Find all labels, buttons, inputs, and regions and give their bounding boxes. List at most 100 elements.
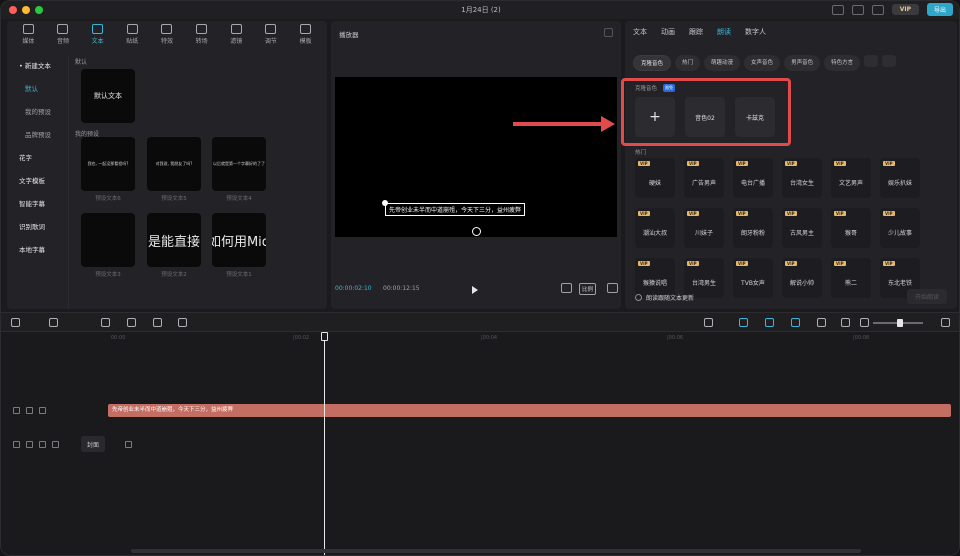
tab-2[interactable]: 跟踪: [689, 27, 703, 37]
follow-text-checkbox[interactable]: [635, 294, 642, 301]
cover-button[interactable]: 封面: [81, 436, 105, 452]
chevron-down-icon[interactable]: [882, 55, 897, 67]
follow-text-option[interactable]: 朗读跟随文本更新: [635, 293, 694, 302]
tab-3[interactable]: 朗读: [717, 27, 731, 37]
linkage-icon[interactable]: [791, 318, 800, 327]
voice-category-chip[interactable]: 男声音色: [784, 55, 821, 71]
tab-4[interactable]: 数字人: [745, 27, 766, 37]
video-canvas[interactable]: 先帝创业未半而中道崩殂，今天下三分，益州疲弊: [335, 77, 617, 237]
zoom-out-icon[interactable]: [860, 318, 869, 327]
shortcut-icon[interactable]: [851, 4, 864, 15]
tool-tab-8[interactable]: 模板: [291, 21, 321, 49]
player-menu-icon[interactable]: [604, 28, 613, 37]
crop-icon[interactable]: [561, 283, 572, 293]
sidebar-item[interactable]: 花字: [7, 147, 68, 170]
tool-tab-0[interactable]: 媒体: [13, 21, 43, 49]
sidebar-item[interactable]: • 新建文本: [7, 55, 68, 78]
preset-card[interactable]: 对我说, 我朋友了吗?: [147, 137, 201, 191]
minimize-window-button[interactable]: [22, 6, 30, 14]
sidebar-item[interactable]: 我的预设: [7, 101, 68, 124]
voice-category-chip[interactable]: 克隆音色: [633, 55, 672, 71]
preset-card[interactable]: 以后就是第一个字幕好的了了: [212, 137, 266, 191]
tool-tab-4[interactable]: 特效: [152, 21, 182, 49]
voice-card[interactable]: VIP 硬妹: [635, 158, 675, 198]
voice-card[interactable]: VIP 文艺男声: [831, 158, 871, 198]
eye-icon[interactable]: [39, 441, 46, 448]
play-icon[interactable]: [472, 286, 478, 294]
tool-tab-7[interactable]: 调节: [256, 21, 286, 49]
voice-card[interactable]: VIP 台湾女生: [782, 158, 822, 198]
voice-card[interactable]: VIP 潮汕大叔: [635, 208, 675, 248]
lock-icon[interactable]: [26, 407, 33, 414]
main-track-magnet-icon[interactable]: [739, 318, 748, 327]
delete-icon[interactable]: [178, 318, 187, 327]
ratio-button[interactable]: 比例: [579, 283, 597, 295]
sidebar-item[interactable]: 品牌预设: [7, 124, 68, 147]
filter-icon[interactable]: [864, 55, 879, 67]
voice-category-chip[interactable]: 特色方言: [824, 55, 861, 71]
voice-card[interactable]: VIP TVB女声: [733, 258, 773, 298]
tab-0[interactable]: 文本: [633, 27, 647, 37]
split-left-icon[interactable]: [127, 318, 136, 327]
tool-tab-1[interactable]: 音频: [48, 21, 78, 49]
voice-card[interactable]: VIP 猴哥: [831, 208, 871, 248]
voice-card[interactable]: VIP 少儿故事: [880, 208, 920, 248]
voice-category-chip[interactable]: 女声音色: [744, 55, 781, 71]
voice-card[interactable]: VIP 川妹子: [684, 208, 724, 248]
lock-icon[interactable]: [26, 441, 33, 448]
tool-tab-6[interactable]: 滤镜: [221, 21, 251, 49]
tool-tab-2[interactable]: 文本: [83, 21, 113, 49]
voice-card[interactable]: VIP 古风男主: [782, 208, 822, 248]
tool-tab-5[interactable]: 转场: [187, 21, 217, 49]
microphone-icon[interactable]: [704, 318, 713, 327]
zoom-slider-knob[interactable]: [897, 319, 903, 327]
preset-card[interactable]: 我也, 一起没那看程吗?: [81, 137, 135, 191]
eye-icon[interactable]: [39, 407, 46, 414]
sidebar-item[interactable]: 本地字幕: [7, 239, 68, 262]
sidebar-item[interactable]: 智能字幕: [7, 193, 68, 216]
preset-card[interactable]: 如何用Mid: [212, 213, 266, 267]
split-icon[interactable]: [101, 318, 110, 327]
zoom-window-button[interactable]: [35, 6, 43, 14]
caption-icon[interactable]: [841, 318, 850, 327]
voice-card[interactable]: VIP 娱乐扒妹: [880, 158, 920, 198]
voice-card[interactable]: VIP 熊二: [831, 258, 871, 298]
vip-button[interactable]: VIP: [891, 4, 919, 15]
voice-category-chip[interactable]: 热门: [675, 55, 701, 71]
start-reading-button[interactable]: 开始朗读: [906, 289, 947, 304]
window-icon[interactable]: [871, 4, 884, 15]
preset-card[interactable]: 是能直接: [147, 213, 201, 267]
rotate-handle-icon[interactable]: [472, 227, 481, 236]
voice-category-chip[interactable]: 萌趣动漫: [704, 55, 741, 71]
fullscreen-icon[interactable]: [607, 283, 618, 293]
export-button[interactable]: 导出: [926, 3, 953, 16]
sidebar-item[interactable]: 默认: [7, 78, 68, 101]
layout-icon[interactable]: [831, 4, 844, 15]
timeline-scrollbar[interactable]: [131, 549, 861, 553]
preset-card[interactable]: [81, 213, 135, 267]
text-clip[interactable]: 先帝创业未半而中道崩殂，今天下三分，益州疲弊: [108, 404, 951, 417]
voice-card[interactable]: VIP 解说小帅: [782, 258, 822, 298]
voice-card[interactable]: VIP 广告男声: [684, 158, 724, 198]
default-text-card[interactable]: 默认文本: [81, 69, 135, 123]
voice-card[interactable]: VIP 电台广播: [733, 158, 773, 198]
voice-card[interactable]: VIP 朗牙粉粉: [733, 208, 773, 248]
voice-card[interactable]: VIP 猴猿说唱: [635, 258, 675, 298]
preview-axis-icon[interactable]: [817, 318, 826, 327]
sidebar-item[interactable]: 文字模板: [7, 170, 68, 193]
voice-card[interactable]: VIP 台湾男生: [684, 258, 724, 298]
select-tool-icon[interactable]: [11, 318, 20, 327]
audio-mute-icon[interactable]: [52, 441, 59, 448]
timeline-area[interactable]: 00:00 |00:02 |00:04 |00:06 |00:08 先帝创业未半而中道崩…: [1, 332, 959, 555]
tool-tab-3[interactable]: 贴纸: [117, 21, 147, 49]
subtitle-overlay[interactable]: 先帝创业未半而中道崩殂，今天下三分，益州疲弊: [385, 203, 526, 216]
undo-icon[interactable]: [49, 318, 58, 327]
playhead-handle[interactable]: [321, 332, 328, 341]
split-right-icon[interactable]: [153, 318, 162, 327]
fit-icon[interactable]: [941, 318, 950, 327]
tab-1[interactable]: 动画: [661, 27, 675, 37]
close-window-button[interactable]: [9, 6, 17, 14]
auto-snap-icon[interactable]: [765, 318, 774, 327]
playhead[interactable]: [324, 333, 325, 555]
sidebar-item[interactable]: 识别歌词: [7, 216, 68, 239]
